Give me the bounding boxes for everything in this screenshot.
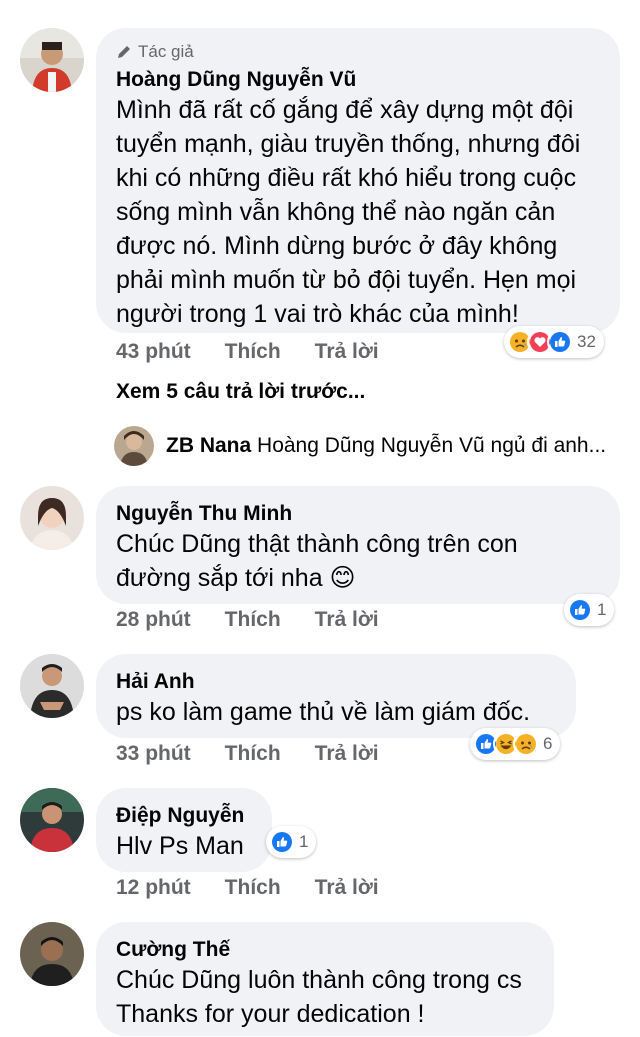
avatar[interactable]: [20, 486, 84, 550]
timestamp[interactable]: 28 phút: [116, 608, 191, 632]
commenter-name[interactable]: Hải Anh: [116, 668, 556, 695]
reply-button[interactable]: Trả lời: [315, 340, 379, 364]
comment-bubble: Hải Anh ps ko làm game thủ về làm giám đ…: [96, 654, 576, 738]
reaction-summary[interactable]: 1: [266, 826, 317, 858]
reply-author-name[interactable]: ZB Nana: [166, 434, 251, 457]
comment-actions: 43 phút Thích Trả lời: [116, 340, 379, 364]
sad-reaction-icon: [513, 731, 539, 757]
like-reaction-icon: [567, 597, 593, 623]
reaction-summary[interactable]: 32: [504, 326, 604, 358]
reaction-count: 1: [299, 832, 309, 851]
reaction-summary[interactable]: 1: [564, 594, 615, 626]
reaction-summary[interactable]: 6: [470, 728, 561, 760]
comment-actions: 12 phút Thích Trả lời: [116, 876, 379, 900]
reply-preview[interactable]: ZB Nana Hoàng Dũng Nguyễn Vũ ngủ đi anh.…: [166, 434, 606, 458]
author-badge: Tác giả: [116, 42, 600, 62]
comment-text: Mình đã rất cố gắng để xây dựng một đội …: [116, 96, 581, 328]
comment-actions: 33 phút Thích Trả lời: [116, 742, 379, 766]
comment-text: Chúc Dũng luôn thành công trong cs Thank…: [116, 966, 522, 1028]
like-button[interactable]: Thích: [225, 742, 281, 766]
comment-text: Hlv Ps Man: [116, 832, 244, 860]
commenter-name[interactable]: Nguyễn Thu Minh: [116, 500, 600, 527]
comment-text: Chúc Dũng thật thành công trên con đường…: [116, 530, 518, 592]
avatar[interactable]: [20, 28, 84, 92]
like-button[interactable]: Thích: [225, 876, 281, 900]
like-reaction-icon: [547, 329, 573, 355]
like-button[interactable]: Thích: [225, 608, 281, 632]
reaction-count: 32: [577, 332, 596, 351]
commenter-name[interactable]: Hoàng Dũng Nguyễn Vũ: [116, 66, 600, 93]
avatar[interactable]: [20, 788, 84, 852]
reaction-count: 1: [597, 600, 607, 619]
timestamp[interactable]: 12 phút: [116, 876, 191, 900]
comment-text: ps ko làm game thủ về làm giám đốc.: [116, 698, 531, 726]
reply-button[interactable]: Trả lời: [315, 876, 379, 900]
view-previous-replies-link[interactable]: Xem 5 câu trả lời trước...: [116, 380, 365, 404]
timestamp[interactable]: 33 phút: [116, 742, 191, 766]
avatar[interactable]: [114, 426, 154, 466]
pencil-icon: [118, 46, 130, 58]
comment-bubble: Tác giả Hoàng Dũng Nguyễn Vũ Mình đã rất…: [96, 28, 620, 333]
avatar[interactable]: [20, 922, 84, 986]
timestamp[interactable]: 43 phút: [116, 340, 191, 364]
reaction-count: 6: [543, 734, 553, 753]
comment-bubble: Nguyễn Thu Minh Chúc Dũng thật thành côn…: [96, 486, 620, 604]
comment-actions: 28 phút Thích Trả lời: [116, 608, 379, 632]
commenter-name[interactable]: Cường Thế: [116, 936, 534, 963]
avatar[interactable]: [20, 654, 84, 718]
reply-text: Hoàng Dũng Nguyễn Vũ ngủ đi anh...: [257, 434, 607, 457]
like-reaction-icon: [269, 829, 295, 855]
comment-bubble: Cường Thế Chúc Dũng luôn thành công tron…: [96, 922, 554, 1036]
commenter-name[interactable]: Điệp Nguyễn: [116, 802, 252, 829]
reply-button[interactable]: Trả lời: [315, 742, 379, 766]
comment-bubble: Điệp Nguyễn Hlv Ps Man: [96, 788, 272, 872]
reply-button[interactable]: Trả lời: [315, 608, 379, 632]
like-button[interactable]: Thích: [225, 340, 281, 364]
